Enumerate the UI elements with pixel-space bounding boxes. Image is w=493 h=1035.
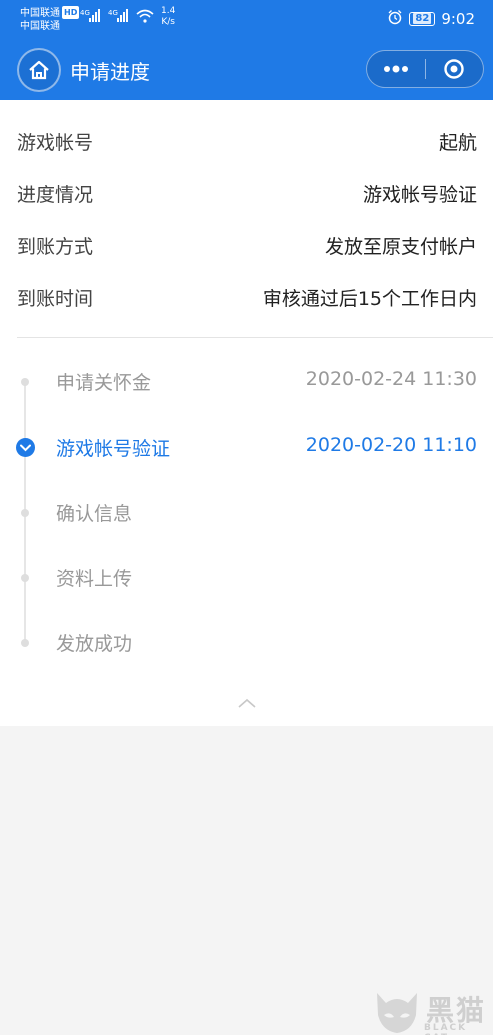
step-dot: [21, 574, 29, 582]
close-mini-program-button[interactable]: [425, 51, 483, 87]
status-right: 82 9:02: [387, 9, 475, 29]
info-row-arrival-time: 到账时间 审核通过后15个工作日内: [0, 270, 493, 322]
timeline-step: 确认信息: [0, 495, 493, 535]
mini-program-capsule: [366, 50, 484, 88]
info-label: 到账时间: [17, 288, 94, 310]
more-dots-icon: [383, 65, 408, 73]
step-time: 2020-02-20 11:10: [305, 434, 477, 456]
watermark-subtext: BLACK CAT: [424, 1023, 468, 1035]
timeline-step-active: 游戏帐号验证 2020-02-20 11:10: [0, 430, 493, 470]
clock: 9:02: [441, 10, 475, 28]
status-bar: 中国联通 HD 中国联通 4G 4G 1.4 K/s 82 9:02: [0, 0, 493, 36]
info-row-account: 游戏帐号 起航: [0, 114, 493, 166]
nav-bar: 申请进度: [0, 46, 493, 92]
carrier-1: 中国联通: [20, 8, 60, 19]
carrier-info: 中国联通 HD 中国联通: [20, 6, 80, 33]
network-speed: 1.4 K/s: [161, 6, 175, 28]
info-value: 审核通过后15个工作日内: [262, 288, 477, 310]
net-type-1: 4G: [80, 9, 90, 17]
step-label: 资料上传: [56, 568, 133, 590]
info-value: 游戏帐号验证: [362, 184, 477, 206]
black-cat-logo-icon: [377, 993, 417, 1033]
hd-badge: HD: [62, 6, 80, 19]
step-dot: [21, 509, 29, 517]
check-icon: [16, 438, 35, 457]
net-type-2: 4G: [108, 9, 118, 17]
page-title: 申请进度: [70, 60, 150, 84]
step-dot: [21, 639, 29, 647]
step-label: 游戏帐号验证: [56, 438, 171, 460]
home-button[interactable]: [17, 48, 61, 92]
timeline-step: 资料上传: [0, 560, 493, 600]
wifi-icon: [136, 9, 154, 23]
home-icon: [29, 60, 49, 80]
battery-level: 82: [413, 13, 432, 24]
collapse-chevron-up-icon[interactable]: [238, 698, 256, 708]
more-button[interactable]: [367, 51, 425, 87]
step-label: 发放成功: [56, 633, 133, 655]
step-label: 申请关怀金: [56, 372, 152, 394]
progress-card: 游戏帐号 起航 进度情况 游戏帐号验证 到账方式 发放至原支付帐户 到账时间 审…: [0, 100, 493, 726]
top-bar: 中国联通 HD 中国联通 4G 4G 1.4 K/s 82 9:02 申请进度: [0, 0, 493, 100]
step-label: 确认信息: [56, 503, 133, 525]
info-label: 进度情况: [17, 184, 94, 206]
signal-icon-1: 4G: [80, 8, 102, 22]
speed-value: 1.4: [161, 6, 176, 16]
target-close-icon: [444, 59, 464, 79]
info-row-progress: 进度情况 游戏帐号验证: [0, 166, 493, 218]
step-dot: [21, 378, 29, 386]
watermark: 黑猫 BLACK CAT: [372, 985, 493, 1035]
carrier-2: 中国联通: [20, 21, 60, 32]
speed-unit: K/s: [161, 17, 175, 27]
info-row-method: 到账方式 发放至原支付帐户: [0, 218, 493, 270]
alarm-icon: [387, 9, 403, 29]
timeline-step: 发放成功: [0, 625, 493, 665]
timeline-step: 申请关怀金 2020-02-24 11:30: [0, 364, 493, 404]
battery-icon: 82: [409, 12, 436, 26]
info-value: 起航: [438, 132, 477, 154]
info-label: 游戏帐号: [17, 132, 94, 154]
section-divider: [17, 337, 493, 338]
info-label: 到账方式: [17, 236, 94, 258]
step-time: 2020-02-24 11:30: [305, 368, 477, 390]
info-value: 发放至原支付帐户: [324, 236, 477, 258]
signal-icon-2: 4G: [108, 8, 130, 22]
